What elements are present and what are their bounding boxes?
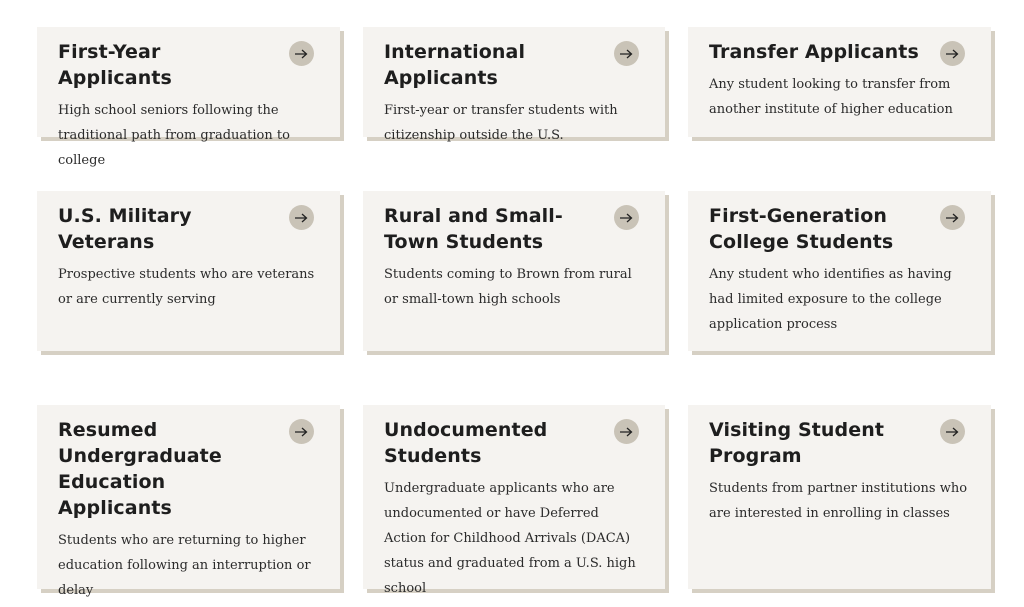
arrow-right-icon[interactable] — [614, 419, 639, 444]
card-description: Prospective students who are veterans or… — [58, 267, 315, 307]
arrow-right-icon[interactable] — [614, 41, 639, 66]
card-resumed-undergraduate-education-applicants[interactable]: Resumed Undergraduate Education Applican… — [37, 405, 340, 598]
card-title: Transfer Applicants — [709, 41, 919, 63]
card-first-generation-college-students[interactable]: First-Generation College Students Any st… — [688, 191, 991, 351]
card-title: First-Generation College Students — [709, 205, 894, 253]
card-visiting-student-program[interactable]: Visiting Student Program Students from p… — [688, 405, 991, 589]
card-title: First-Year Applicants — [58, 41, 172, 89]
card-description: Any student looking to transfer from ano… — [709, 77, 953, 117]
card-us-military-veterans[interactable]: U.S. Military Veterans Prospective stude… — [37, 191, 340, 351]
card-international-applicants[interactable]: International Applicants First-year or t… — [363, 27, 665, 143]
arrow-right-icon[interactable] — [289, 205, 314, 230]
card-description: Students coming to Brown from rural or s… — [384, 267, 632, 307]
card-title: Visiting Student Program — [709, 419, 885, 467]
arrow-right-icon[interactable] — [940, 205, 965, 230]
card-undocumented-students[interactable]: Undocumented Students Undergraduate appl… — [363, 405, 665, 596]
card-description: Any student who identifies as having had… — [709, 267, 952, 332]
card-description: First-year or transfer students with cit… — [384, 103, 618, 143]
arrow-right-icon[interactable] — [940, 419, 965, 444]
card-title: Undocumented Students — [384, 419, 548, 467]
arrow-right-icon[interactable] — [940, 41, 965, 66]
card-first-year-applicants[interactable]: First-Year Applicants High school senior… — [37, 27, 340, 168]
card-rural-small-town-students[interactable]: Rural and Small-Town Students Students c… — [363, 191, 665, 351]
card-transfer-applicants[interactable]: Transfer Applicants Any student looking … — [688, 27, 991, 137]
card-description: Students from partner institutions who a… — [709, 481, 968, 521]
card-title: International Applicants — [384, 41, 526, 89]
card-title: Rural and Small-Town Students — [384, 205, 563, 253]
card-title: Resumed Undergraduate Education Applican… — [58, 419, 222, 519]
card-title: U.S. Military Veterans — [58, 205, 192, 253]
arrow-right-icon[interactable] — [289, 419, 314, 444]
arrow-right-icon[interactable] — [289, 41, 314, 66]
card-description: High school seniors following the tradit… — [58, 103, 290, 168]
card-description: Students who are returning to higher edu… — [58, 533, 311, 598]
arrow-right-icon[interactable] — [614, 205, 639, 230]
card-description: Undergraduate applicants who are undocum… — [384, 481, 636, 596]
